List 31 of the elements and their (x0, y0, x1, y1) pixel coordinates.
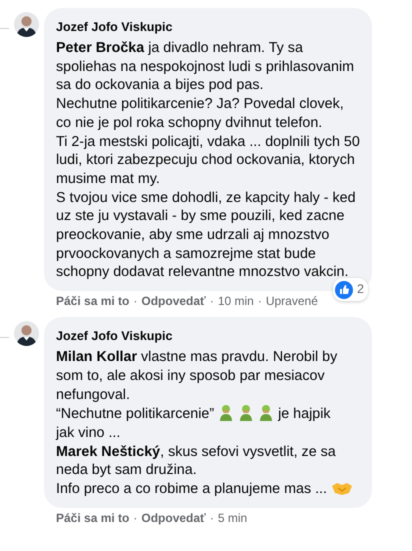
comment-text: je hajpik (278, 406, 331, 422)
figure-icon (258, 404, 274, 422)
separator-dot: · (210, 294, 214, 310)
handshake-icon (330, 480, 353, 496)
avatar[interactable] (14, 12, 39, 37)
avatar[interactable] (14, 321, 39, 346)
comment-text: “Nechutne politikarcenie” (56, 406, 214, 422)
like-icon (335, 280, 354, 299)
like-link[interactable]: Páči sa mi to (56, 294, 130, 310)
separator-dot: · (210, 510, 214, 526)
comment-text: Milan Kollar vlastne mas pravdu. Nerobil by som to, ale akosi iny sposob par mesiacov nefungoval. (56, 348, 338, 404)
like-link[interactable]: Páči sa mi to (56, 510, 130, 526)
comment-text: Info preco a co robime a planujeme mas ... (56, 481, 327, 498)
comment-text: Peter Bročka ja divadlo nehram. Ty sa spoliehas na nespokojnost ludi s prihlasovanim sa do ockovania a bijes pod pas. (56, 39, 356, 96)
author-name[interactable]: Jozef Jofo Viskupic (56, 328, 172, 344)
separator-dot: · (258, 294, 262, 310)
separator-dot: · (133, 294, 138, 310)
reply-link[interactable]: Odpovedať (141, 510, 206, 526)
author-name[interactable]: Jozef Jofo Viskupic (56, 19, 172, 35)
comment-meta: 5 min (218, 510, 248, 526)
reply-link[interactable]: Odpovedať (141, 294, 206, 310)
figure-icon (218, 404, 234, 422)
comment-text: jak vino ... (56, 424, 122, 443)
comment-meta: Upravené (266, 294, 318, 310)
separator-dot: · (133, 510, 138, 526)
comment-text: Marek Neštický, skus sefovi vysvetlit, ze sa neda byt sam družina. (56, 442, 337, 480)
figure-icon (238, 404, 254, 422)
comment-meta: 10 min (218, 294, 254, 310)
comment-text: Ti 2-ja mestski policajti, vdaka ... doplnili tych 50 ludi, ktori zabezpecuju chod ockovania, ktorych musime mat my. (56, 132, 360, 189)
reaction-count[interactable]: 2 (333, 278, 368, 302)
comment-text: Nechutne politikarcenie? Ja? Povedal clovek, co nie je pol roka schopny dvihnut telefon. (56, 95, 345, 133)
